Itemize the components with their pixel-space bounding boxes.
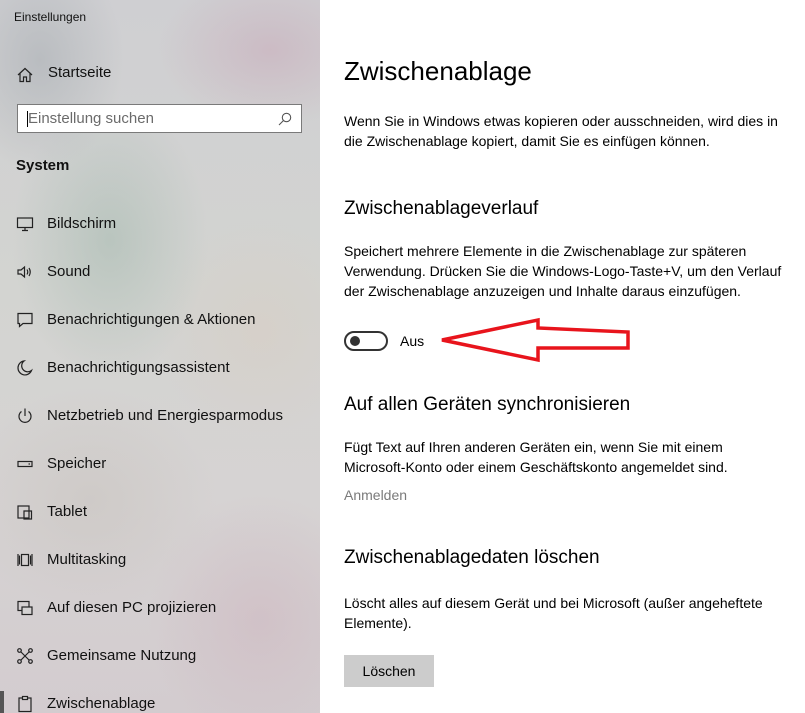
sidebar-item-tablet[interactable]: Tablet — [0, 488, 320, 536]
main-content: Zwischenablage Wenn Sie in Windows etwas… — [320, 0, 805, 713]
search-input[interactable] — [18, 105, 277, 132]
text-cursor — [27, 111, 28, 127]
monitor-icon — [16, 215, 34, 233]
history-description: Speichert mehrere Elemente in die Zwisch… — [344, 243, 782, 299]
moon-icon — [16, 359, 34, 377]
home-icon — [16, 66, 34, 84]
settings-window: Einstellungen Startseite System — [0, 0, 805, 713]
sign-in-link[interactable]: Anmelden — [344, 485, 407, 505]
project-icon — [16, 599, 34, 617]
tablet-icon — [16, 503, 34, 521]
clear-heading: Zwischenablagedaten löschen — [344, 547, 600, 568]
multitasking-icon — [16, 551, 34, 569]
sidebar-item-label: Netzbetrieb und Energiesparmodus — [47, 407, 283, 424]
sidebar-item-label: Auf diesen PC projizieren — [47, 599, 217, 616]
sidebar-item-bildschirm[interactable]: Bildschirm — [0, 200, 320, 248]
sidebar-item-speicher[interactable]: Speicher — [0, 440, 320, 488]
search-box[interactable] — [17, 104, 302, 133]
sidebar-item-label: Benachrichtigungen & Aktionen — [47, 311, 256, 328]
clear-description: Löscht alles auf diesem Gerät und bei Mi… — [344, 595, 763, 631]
page-title: Zwischenablage — [344, 56, 532, 86]
sidebar-item-label: Gemeinsame Nutzung — [47, 647, 197, 664]
search-icon[interactable] — [277, 111, 293, 127]
sidebar-item-home[interactable]: Startseite — [0, 58, 320, 90]
sidebar-item-benachrichtigungen[interactable]: Benachrichtigungen & Aktionen — [0, 296, 320, 344]
sync-heading: Auf allen Geräten synchronisieren — [344, 394, 631, 415]
clear-button[interactable]: Löschen — [344, 655, 434, 687]
sidebar-item-label: Multitasking — [47, 551, 127, 568]
storage-icon — [16, 455, 34, 473]
sidebar-nav: Bildschirm Sound Benachrichtigungen & Ak… — [0, 200, 320, 713]
sidebar-item-label: Benachrichtigungsassistent — [47, 359, 230, 376]
sidebar-item-label: Bildschirm — [47, 215, 117, 232]
notification-icon — [16, 311, 34, 329]
history-toggle-state: Aus — [400, 333, 425, 349]
sidebar-item-label: Sound — [47, 263, 91, 280]
sidebar-item-zwischenablage[interactable]: Zwischenablage — [0, 680, 320, 713]
toggle-knob — [350, 336, 360, 346]
section-title: System — [16, 157, 70, 174]
history-heading: Zwischenablageverlauf — [344, 198, 539, 219]
sidebar-item-label: Startseite — [48, 64, 112, 81]
power-icon — [16, 407, 34, 425]
sync-description: Fügt Text auf Ihren anderen Geräten ein,… — [344, 439, 728, 475]
sidebar-item-multitasking[interactable]: Multitasking — [0, 536, 320, 584]
history-toggle[interactable] — [344, 331, 388, 351]
sidebar-item-benachrichtigungsassistent[interactable]: Benachrichtigungsassistent — [0, 344, 320, 392]
sidebar-item-netzbetrieb[interactable]: Netzbetrieb und Energiesparmodus — [0, 392, 320, 440]
sidebar-item-gemeinsame-nutzung[interactable]: Gemeinsame Nutzung — [0, 632, 320, 680]
sidebar-item-sound[interactable]: Sound — [0, 248, 320, 296]
clipboard-icon — [16, 695, 34, 713]
speaker-icon — [16, 263, 34, 281]
intro-text: Wenn Sie in Windows etwas kopieren oder … — [344, 113, 778, 149]
sidebar-item-label: Zwischenablage — [47, 695, 156, 712]
share-icon — [16, 647, 34, 665]
sidebar: Einstellungen Startseite System — [0, 0, 320, 713]
app-title: Einstellungen — [14, 10, 87, 24]
sidebar-item-label: Tablet — [47, 503, 88, 520]
sidebar-item-label: Speicher — [47, 455, 107, 472]
sidebar-item-projizieren[interactable]: Auf diesen PC projizieren — [0, 584, 320, 632]
